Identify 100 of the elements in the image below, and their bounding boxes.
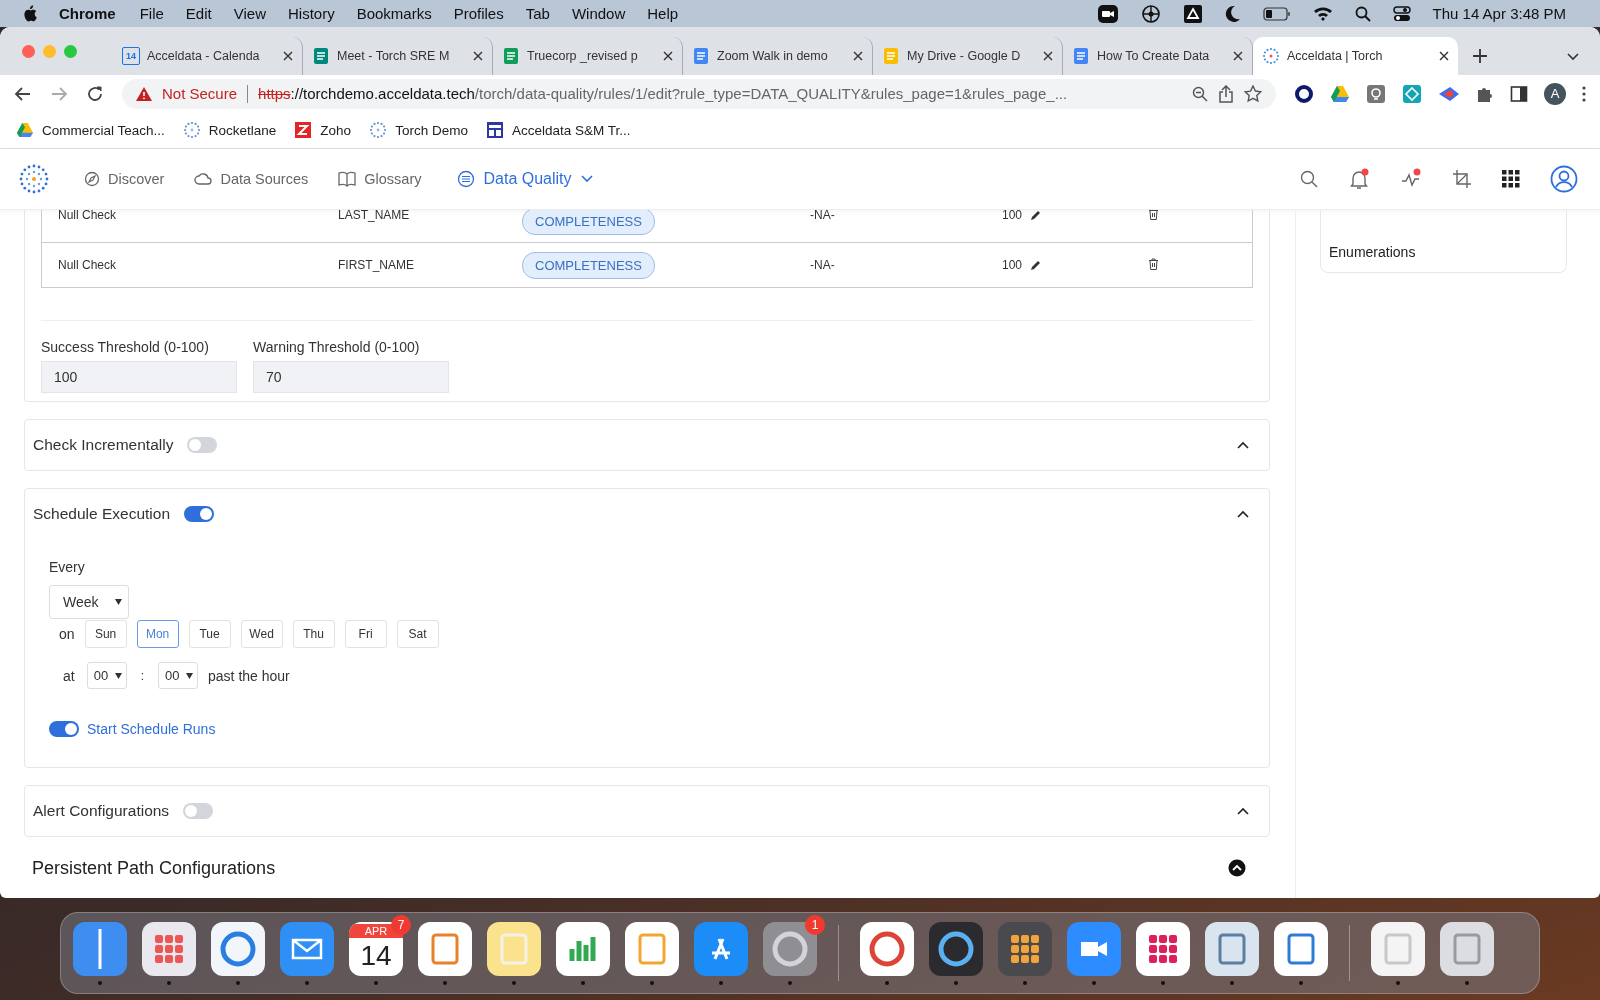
- input-field[interactable]: 100: [41, 361, 237, 393]
- close-icon[interactable]: [663, 51, 673, 61]
- pencil-icon[interactable]: [1030, 259, 1042, 271]
- browser-tab[interactable]: How To Create Data: [1063, 37, 1253, 75]
- close-icon[interactable]: [473, 51, 483, 61]
- dock-app-icon[interactable]: [763, 921, 817, 976]
- logo-icon[interactable]: [18, 163, 50, 195]
- dock-app-icon[interactable]: [1274, 921, 1328, 976]
- user-icon[interactable]: [1550, 165, 1578, 193]
- bookmark-link[interactable]: Torch Demo: [369, 121, 468, 139]
- ring-icon[interactable]: [1294, 83, 1314, 104]
- dock-app-icon[interactable]: [929, 921, 983, 976]
- dock-app-icon[interactable]: [142, 921, 196, 976]
- moon-icon[interactable]: [1224, 4, 1241, 23]
- menu-item[interactable]: Help: [647, 5, 679, 22]
- chevron-up-icon[interactable]: [1237, 441, 1249, 449]
- star-icon[interactable]: [1244, 84, 1262, 103]
- zoom-out-icon[interactable]: [1192, 85, 1208, 102]
- menu-clock[interactable]: Thu 14 Apr 3:48 PM: [1432, 5, 1566, 22]
- crosshair-icon[interactable]: [1140, 3, 1161, 24]
- crop-icon[interactable]: [1452, 169, 1472, 189]
- camera-icon[interactable]: [1096, 3, 1119, 24]
- dock-app-icon[interactable]: [211, 921, 265, 976]
- menu-item[interactable]: Tab: [525, 5, 550, 22]
- nav-item[interactable]: Data Sources: [194, 171, 309, 187]
- bookmark-link[interactable]: Zoho: [294, 121, 352, 139]
- close-icon[interactable]: [1043, 51, 1053, 61]
- chevron-up-icon[interactable]: [1237, 807, 1249, 815]
- dock-app-icon[interactable]: [625, 921, 679, 976]
- menu-item[interactable]: Window: [571, 5, 626, 22]
- dock-app-icon[interactable]: [998, 921, 1052, 976]
- close-icon[interactable]: [853, 51, 863, 61]
- day-button[interactable]: Thu: [292, 620, 335, 648]
- close-icon[interactable]: [1233, 51, 1243, 61]
- pencil-icon[interactable]: [1030, 210, 1042, 221]
- browser-tab[interactable]: My Drive - Google D: [873, 37, 1063, 75]
- menu-item[interactable]: Edit: [185, 5, 212, 22]
- browser-tab[interactable]: Meet - Torch SRE M: [303, 37, 493, 75]
- new-tab-icon[interactable]: [1472, 48, 1488, 64]
- apps-grid-icon[interactable]: [1502, 170, 1520, 188]
- dock-app-icon[interactable]: [860, 921, 914, 976]
- dock-app-icon[interactable]: [487, 921, 541, 976]
- menu-item[interactable]: File: [139, 5, 164, 22]
- day-button[interactable]: Sun: [84, 620, 127, 648]
- profile-avatar[interactable]: A: [1544, 82, 1566, 105]
- toggle-switch[interactable]: [184, 506, 214, 522]
- bulb-icon[interactable]: [1366, 83, 1386, 104]
- control-center-icon[interactable]: [1392, 4, 1411, 23]
- menu-item[interactable]: History: [287, 5, 335, 22]
- browser-tab[interactable]: Truecorp _revised p: [493, 37, 683, 75]
- toggle-switch[interactable]: [49, 721, 79, 737]
- day-button[interactable]: Fri: [344, 620, 387, 648]
- dock-app-icon[interactable]: [1371, 921, 1425, 976]
- trash-icon[interactable]: [1148, 257, 1159, 270]
- back-icon[interactable]: [14, 84, 32, 103]
- nav-item[interactable]: Discover: [84, 171, 165, 187]
- kebab-menu-icon[interactable]: [1582, 85, 1586, 102]
- menu-app-name[interactable]: Chrome: [59, 5, 116, 22]
- trash-icon[interactable]: [1148, 210, 1159, 220]
- chevron-up-icon[interactable]: [1228, 859, 1246, 877]
- wifi-icon[interactable]: [1312, 6, 1333, 21]
- toggle-switch[interactable]: [183, 803, 214, 819]
- browser-tab[interactable]: 14 Acceldata - Calenda: [113, 37, 303, 75]
- battery-icon[interactable]: [1262, 6, 1291, 21]
- search-icon[interactable]: [1300, 170, 1318, 188]
- dock-app-icon[interactable]: [1136, 921, 1190, 976]
- dock-app-icon[interactable]: [1067, 921, 1121, 976]
- close-icon[interactable]: [1439, 51, 1449, 61]
- reload-icon[interactable]: [86, 84, 104, 103]
- dock-app-icon[interactable]: [1205, 921, 1259, 976]
- chevron-down-icon[interactable]: [1566, 52, 1580, 62]
- dock-app-icon[interactable]: [418, 921, 472, 976]
- browser-tab[interactable]: Acceldata | Torch: [1253, 37, 1458, 75]
- security-warning[interactable]: Not Secure: [162, 85, 238, 102]
- dock-app-icon[interactable]: [280, 921, 334, 976]
- apple-icon[interactable]: [22, 5, 37, 22]
- nav-item[interactable]: Data Quality: [457, 170, 594, 188]
- menu-item[interactable]: Profiles: [453, 5, 504, 22]
- day-button[interactable]: Mon: [136, 620, 179, 648]
- menu-item[interactable]: Bookmarks: [356, 5, 432, 22]
- bell-icon[interactable]: [1348, 168, 1370, 190]
- bookmark-link[interactable]: Acceldata S&M Tr...: [485, 121, 631, 139]
- day-button[interactable]: Wed: [240, 620, 283, 648]
- address-bar[interactable]: Not Secure https://torchdemo.acceldata.tech/torch/data-quality/rules/1/edit?rule_type=DATA_QUALITY&rules_page=1&rules_page_...: [122, 78, 1276, 109]
- sidebar-item[interactable]: Enumerations: [1329, 244, 1416, 260]
- browser-tab[interactable]: Zoom Walk in demo: [683, 37, 873, 75]
- dock-app-icon[interactable]: [1440, 921, 1494, 976]
- close-icon[interactable]: [283, 51, 293, 61]
- frequency-dropdown[interactable]: Week: [49, 585, 129, 619]
- input-field[interactable]: 70: [253, 361, 449, 393]
- diamond-icon[interactable]: [1402, 83, 1422, 104]
- dock-app-icon[interactable]: [73, 921, 127, 976]
- day-button[interactable]: Sat: [396, 620, 439, 648]
- dock-app-icon[interactable]: [556, 921, 610, 976]
- menu-item[interactable]: View: [233, 5, 266, 22]
- day-button[interactable]: Tue: [188, 620, 231, 648]
- minute-dropdown[interactable]: 00: [158, 662, 199, 689]
- toggle-switch[interactable]: [187, 437, 218, 453]
- dock-app-icon[interactable]: [694, 921, 748, 976]
- chevron-up-icon[interactable]: [1237, 510, 1249, 518]
